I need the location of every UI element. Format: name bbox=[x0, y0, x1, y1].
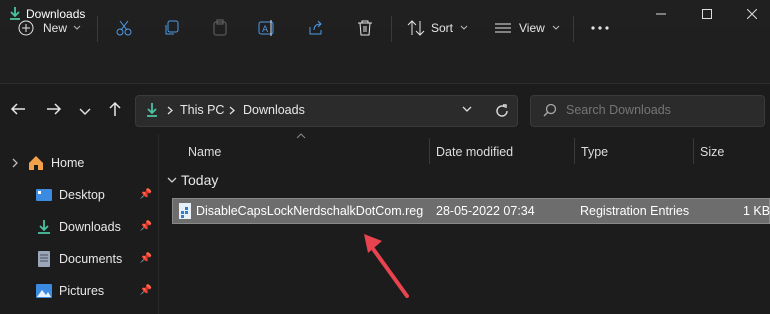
column-header-size[interactable]: Size bbox=[700, 140, 724, 164]
minimize-icon bbox=[656, 13, 666, 15]
column-header-date[interactable]: Date modified bbox=[436, 140, 513, 164]
copy-button[interactable] bbox=[163, 14, 181, 42]
chevron-right-icon bbox=[229, 106, 235, 115]
copy-icon bbox=[165, 20, 179, 35]
desktop-icon bbox=[36, 189, 52, 201]
sidebar-item-label: Downloads bbox=[59, 220, 121, 234]
up-button[interactable] bbox=[108, 101, 122, 120]
breadcrumb-this-pc[interactable]: This PC bbox=[180, 103, 224, 117]
file-name: DisableCapsLockNerdschalkDotCom.reg bbox=[196, 204, 424, 218]
chevron-down-icon[interactable] bbox=[462, 106, 472, 112]
column-header-name[interactable]: Name bbox=[188, 140, 221, 164]
plus-circle-icon bbox=[18, 20, 34, 36]
table-row[interactable]: DisableCapsLockNerdschalkDotCom.reg 28-0… bbox=[172, 198, 770, 224]
sort-label: Sort bbox=[431, 21, 454, 35]
sidebar-item-label: Pictures bbox=[59, 284, 105, 298]
column-divider[interactable] bbox=[429, 138, 430, 164]
delete-button[interactable] bbox=[356, 14, 374, 42]
arrow-right-icon bbox=[47, 103, 62, 115]
rename-button[interactable]: A bbox=[258, 14, 276, 42]
maximize-button[interactable] bbox=[684, 0, 730, 28]
sidebar-item-desktop[interactable]: Desktop 📌 bbox=[8, 180, 156, 210]
paste-button[interactable] bbox=[211, 14, 229, 42]
download-icon bbox=[147, 103, 157, 117]
new-button[interactable]: New bbox=[18, 14, 81, 42]
sidebar-item-pictures[interactable]: Pictures 📌 bbox=[8, 276, 156, 306]
column-divider[interactable] bbox=[693, 138, 694, 164]
pin-icon: 📌 bbox=[139, 221, 152, 232]
toolbar-divider bbox=[97, 16, 98, 42]
registry-file-icon bbox=[179, 203, 191, 219]
share-icon bbox=[309, 20, 322, 35]
group-label: Today bbox=[181, 172, 219, 188]
share-button[interactable] bbox=[307, 14, 325, 42]
view-label: View bbox=[519, 21, 545, 35]
recent-locations-button[interactable] bbox=[79, 105, 91, 119]
minimize-button[interactable] bbox=[638, 0, 684, 28]
trash-icon bbox=[358, 20, 372, 36]
back-button[interactable] bbox=[10, 102, 26, 119]
svg-text:A: A bbox=[262, 25, 269, 35]
search-icon bbox=[543, 103, 557, 117]
chevron-right-icon bbox=[12, 158, 18, 168]
view-button[interactable]: View bbox=[495, 14, 560, 42]
sidebar-item-label: Home bbox=[51, 156, 85, 170]
sidebar-item-documents[interactable]: Documents 📌 bbox=[8, 244, 156, 274]
download-icon bbox=[38, 220, 50, 234]
toolbar-divider bbox=[391, 16, 392, 42]
sidebar-item-downloads[interactable]: Downloads 📌 bbox=[8, 212, 156, 242]
forward-button[interactable] bbox=[46, 102, 62, 119]
maximize-icon bbox=[702, 9, 712, 19]
file-size: 1 KB bbox=[743, 204, 770, 218]
sidebar-item-label: Desktop bbox=[59, 188, 105, 202]
close-icon bbox=[747, 9, 757, 19]
more-options-button[interactable] bbox=[591, 14, 609, 42]
documents-icon bbox=[38, 251, 50, 267]
group-header-today[interactable]: Today bbox=[167, 172, 218, 188]
toolbar-divider bbox=[573, 16, 574, 42]
more-icon bbox=[591, 26, 609, 30]
search-input[interactable] bbox=[566, 100, 756, 120]
chevron-down-icon bbox=[167, 177, 177, 183]
close-button[interactable] bbox=[729, 0, 770, 28]
file-type: Registration Entries bbox=[580, 204, 690, 218]
file-date: 28-05-2022 07:34 bbox=[436, 204, 535, 218]
view-icon bbox=[495, 23, 511, 33]
home-icon bbox=[29, 156, 43, 170]
pointer-arrow-annotation bbox=[364, 234, 409, 298]
sidebar-item-home[interactable]: Home bbox=[8, 148, 156, 178]
breadcrumb-downloads[interactable]: Downloads bbox=[243, 103, 305, 117]
chevron-down-icon bbox=[73, 25, 81, 30]
chevron-down-icon bbox=[79, 108, 91, 115]
pin-icon: 📌 bbox=[139, 189, 152, 200]
chevron-right-icon bbox=[167, 106, 173, 115]
chevron-down-icon bbox=[460, 25, 468, 30]
rename-icon: A bbox=[258, 20, 274, 36]
chevron-up-icon bbox=[296, 133, 306, 139]
sort-icon bbox=[407, 20, 425, 36]
refresh-icon[interactable] bbox=[494, 103, 510, 119]
sort-button[interactable]: Sort bbox=[407, 14, 468, 42]
pictures-icon bbox=[36, 284, 52, 298]
arrow-left-icon bbox=[10, 103, 25, 115]
column-divider[interactable] bbox=[574, 138, 575, 164]
arrow-up-icon bbox=[109, 101, 121, 116]
sidebar-item-label: Documents bbox=[59, 252, 123, 266]
chevron-down-icon bbox=[552, 25, 560, 30]
pane-divider bbox=[158, 134, 159, 314]
new-label: New bbox=[43, 21, 68, 35]
pin-icon: 📌 bbox=[139, 253, 152, 264]
cut-button[interactable] bbox=[115, 14, 133, 42]
scissors-icon bbox=[116, 20, 132, 36]
column-header-type[interactable]: Type bbox=[581, 140, 608, 164]
clipboard-icon bbox=[213, 19, 227, 36]
pin-icon: 📌 bbox=[139, 285, 152, 296]
